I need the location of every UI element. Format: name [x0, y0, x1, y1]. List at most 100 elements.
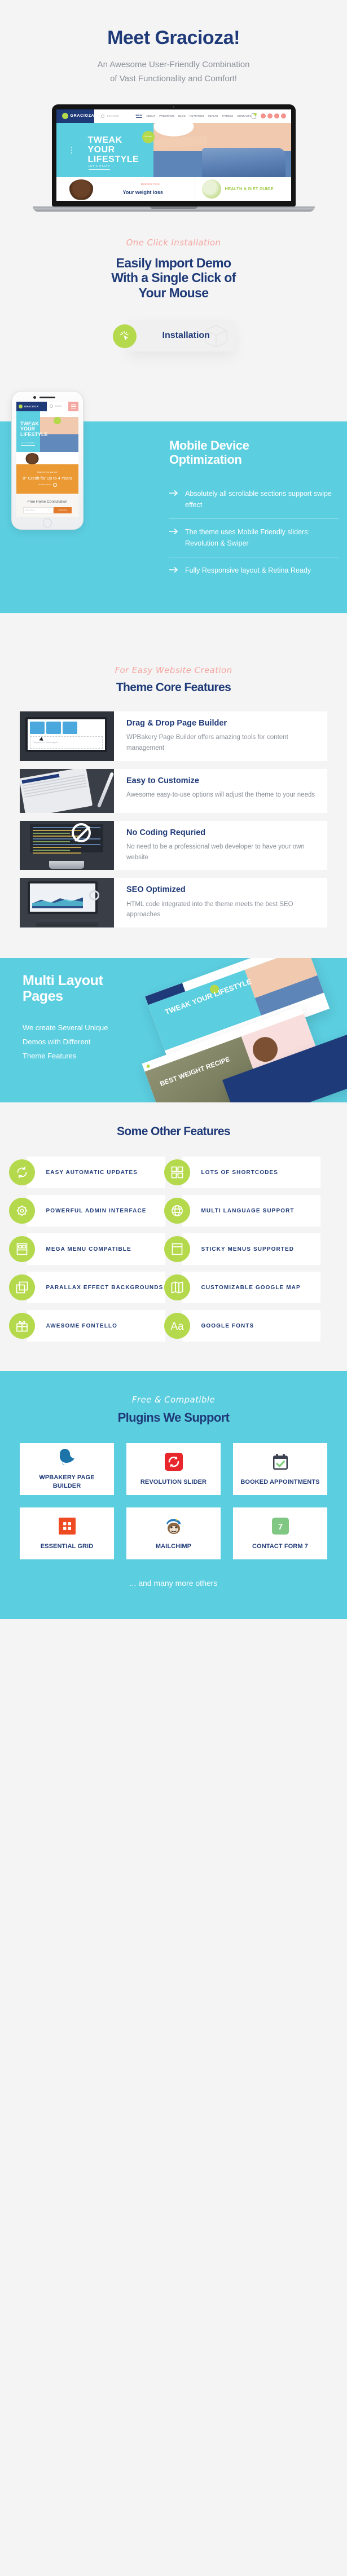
- phone-promo-title: 0° Credit for Up to 4 Years: [23, 475, 72, 481]
- feature-chip-label: EASY AUTOMATIC UPDATES: [46, 1169, 138, 1176]
- feature-chip[interactable]: POWERFUL ADMIN INTERFACE: [8, 1195, 165, 1227]
- feature-chip-label: STICKY MENUS SUPPORTED: [201, 1246, 295, 1252]
- core-features-section: For Easy Website Creation Theme Core Fea…: [0, 645, 347, 958]
- feature-text: Drag & Drop Page Builder WPBakery Page B…: [114, 711, 327, 761]
- phone-form-row: Enter Phone Submit Info: [23, 507, 72, 513]
- feature-chip-label: MEGA MENU COMPATIBLE: [46, 1246, 131, 1252]
- cursor-click-badge[interactable]: [112, 324, 137, 348]
- phone-brand: GRACIOZA: [24, 405, 39, 408]
- mockup-lower-script: Welcome Here!: [140, 182, 160, 186]
- mockup-search-placeholder: SEARCH: [107, 115, 120, 117]
- import-title-line1: Easily Import Demo: [116, 255, 232, 270]
- gift-icon: [8, 1313, 35, 1339]
- multi-desc-line3: Theme Features: [23, 1052, 77, 1061]
- feature-chip[interactable]: MULTI LANGUAGE SUPPORT: [164, 1195, 320, 1227]
- arrow-right-icon: [169, 489, 178, 511]
- feature-card: SEO Optimized HTML code integrated into …: [20, 878, 327, 927]
- refresh-icon: [8, 1159, 35, 1186]
- mobile-bullet-text: The theme uses Mobile Friendly sliders: …: [185, 528, 310, 547]
- mobile-bullet-text: Absolutely all scrollable sections suppo…: [185, 490, 332, 509]
- feature-chip[interactable]: CUSTOMIZABLE GOOGLE MAP: [164, 1272, 320, 1304]
- free-badge: it's free: [142, 130, 155, 143]
- mobile-optimization-section: GRACIOZA SEARCH TWEAK YOUR LIFESTYLE LET…: [0, 386, 347, 646]
- feature-chip[interactable]: EASY AUTOMATIC UPDATES: [8, 1157, 165, 1189]
- phone-form-submit[interactable]: Submit Info: [54, 507, 72, 513]
- phone-promo-link[interactable]: View All Products: [38, 482, 57, 487]
- slider-pagination[interactable]: [71, 146, 72, 155]
- feature-desc: Awesome easy-to-use options will adjust …: [126, 791, 315, 798]
- laptop-base: [32, 206, 315, 212]
- multi-layout-desc: We create Several Unique Demos with Diff…: [23, 1021, 169, 1063]
- plugin-card[interactable]: WPBAKERY PAGE BUILDER: [20, 1443, 114, 1495]
- mockup-lower-strip: Welcome Here! Your weight loss HEALTH & …: [56, 177, 291, 201]
- other-features-grid: EASY AUTOMATIC UPDATES LOTS OF SHORTCODE…: [8, 1157, 320, 1342]
- laptop-screen: GRACIOZA SEARCH MAIN ABOUT PROGRAMS BLOG…: [56, 109, 291, 201]
- hero-subtitle: An Awesome User-Friendly Combination of …: [0, 58, 347, 86]
- plugin-card[interactable]: REVOLUTION SLIDER: [126, 1443, 221, 1495]
- phone-form-input[interactable]: Enter Phone: [23, 507, 54, 513]
- twitter-icon: [267, 113, 273, 118]
- svg-text:7: 7: [278, 1522, 282, 1532]
- stylus-pen-icon: [96, 771, 114, 808]
- mobile-bullet-text: Fully Responsive layout & Retina Ready: [185, 566, 311, 574]
- plugin-card[interactable]: ESSENTIAL GRID: [20, 1507, 114, 1559]
- contact-form-7-icon: 7: [271, 1516, 289, 1536]
- import-demo-section: One Click Installation Easily Import Dem…: [0, 211, 347, 386]
- feature-desc: WPBakery Page Builder offers amazing too…: [126, 734, 288, 751]
- facebook-icon: [260, 113, 266, 118]
- search-icon: [50, 405, 53, 408]
- plugin-card[interactable]: 7 CONTACT FORM 7: [233, 1507, 327, 1559]
- mockup-site-header: GRACIOZA SEARCH MAIN ABOUT PROGRAMS BLOG…: [56, 109, 291, 123]
- mega-menu-icon: [8, 1236, 35, 1263]
- phone-free-badge: [54, 416, 61, 424]
- plugin-card[interactable]: MAILCHIMP: [126, 1507, 221, 1559]
- installation-button-label: Installation: [162, 330, 210, 340]
- slide-line-1: TWEAK: [87, 135, 122, 145]
- phone-slide-title: TWEAK YOUR LIFESTYLE: [20, 421, 48, 438]
- phone-person-strip: [16, 451, 78, 464]
- hamburger-menu-icon[interactable]: [68, 401, 78, 411]
- multi-desc-line1: We create Several Unique: [23, 1023, 108, 1032]
- mockup-jeans-photo: [201, 147, 285, 177]
- hero-section: Meet Gracioza! An Awesome User-Friendly …: [0, 0, 347, 212]
- phone-promo-link-label: View All Products: [38, 483, 51, 486]
- plugin-card-label: BOOKED APPOINTMENTS: [240, 1478, 320, 1485]
- phone-home-button[interactable]: [43, 518, 52, 527]
- phone-search: SEARCH: [47, 402, 68, 411]
- slide-line-2: YOUR: [87, 144, 115, 155]
- no-coding-image: [20, 820, 114, 871]
- plugin-card[interactable]: BOOKED APPOINTMENTS: [233, 1443, 327, 1495]
- phone-camera-icon: [33, 395, 36, 399]
- cart-icon: [251, 113, 257, 118]
- feature-chip[interactable]: PARALLAX EFFECT BACKGROUNDS: [8, 1272, 165, 1304]
- list-item: Absolutely all scrollable sections suppo…: [169, 481, 339, 518]
- feature-desc: HTML code integrated into the theme meet…: [126, 900, 293, 918]
- feature-chip[interactable]: Aa GOOGLE FONTS: [164, 1310, 320, 1342]
- feature-chip[interactable]: AWESOME FONTELLO: [8, 1310, 165, 1342]
- phone-slide-line1: TWEAK: [20, 420, 39, 427]
- plugin-card-label: ESSENTIAL GRID: [40, 1542, 94, 1550]
- feature-card: Drag here to add widgets Drag & Drop Pag…: [20, 711, 327, 761]
- seo-optimized-image: [20, 878, 114, 927]
- leaf-logo-icon: [19, 404, 23, 408]
- feature-chip-label: GOOGLE FONTS: [201, 1322, 254, 1329]
- mobile-title-line1: Mobile Device: [169, 438, 249, 452]
- mockup-nav-item: NUTRITION: [190, 115, 204, 117]
- promo-page: Meet Gracioza! An Awesome User-Friendly …: [0, 0, 347, 1619]
- feature-chip[interactable]: STICKY MENUS SUPPORTED: [164, 1233, 320, 1265]
- layout-card-slogan: TWEAK YOUR LIFESTYLE: [164, 977, 253, 1017]
- globe-icon: [164, 1198, 190, 1224]
- feature-chip[interactable]: MEGA MENU COMPATIBLE: [8, 1233, 165, 1265]
- drag-drop-builder-image: Drag here to add widgets: [20, 711, 114, 761]
- mobile-bullet-list: Absolutely all scrollable sections suppo…: [169, 481, 339, 584]
- feature-text: No Coding Requried No need to be a profe…: [114, 821, 327, 871]
- mockup-nav-item: MAIN: [135, 114, 143, 118]
- mockup-slide-cta[interactable]: LET'S START: [88, 165, 111, 170]
- installation-button[interactable]: Installation: [127, 319, 235, 351]
- phone-slide-cta[interactable]: LET'S START: [21, 442, 36, 446]
- feature-title: Easy to Customize: [126, 776, 199, 785]
- feature-chip[interactable]: LOTS OF SHORTCODES: [164, 1157, 320, 1189]
- phone-promo-script: Have the one you love: [37, 471, 58, 473]
- phone-slide-line3: LIFESTYLE: [20, 432, 48, 438]
- font-aa-icon: Aa: [164, 1313, 190, 1339]
